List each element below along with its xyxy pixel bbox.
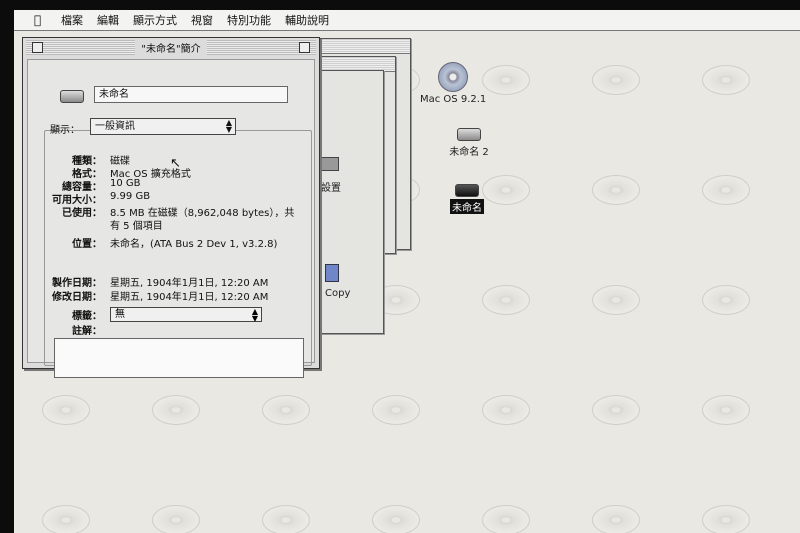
desktop-icon-label: 未命名 2 (449, 147, 489, 158)
where-label: 位置： (72, 239, 102, 250)
get-info-window[interactable]: "未命名"簡介 未命名 顯示： 一般資訊 ▲ ▼ 種類： 磁碟 格式： Mac O… (22, 37, 320, 378)
available-value: 9.99 GB (110, 191, 151, 202)
desktop-pattern-disc (262, 505, 310, 533)
mouse-pointer-icon: ↖ (170, 156, 181, 171)
menu-window[interactable]: 視窗 (184, 12, 220, 28)
desktop-pattern-disc (592, 65, 640, 95)
cd-icon (438, 62, 468, 92)
desktop-pattern-disc (702, 505, 750, 533)
comment-field[interactable] (54, 338, 304, 378)
name-field[interactable]: 未命名 (94, 86, 288, 103)
menu-help[interactable]: 輔助說明 (278, 12, 336, 28)
menu-bar:  檔案 編輯 顯示方式 視窗 特別功能 輔助說明 (14, 10, 800, 31)
desktop-pattern-disc (702, 65, 750, 95)
desktop-icon-label: Mac OS 9.2.1 (420, 94, 487, 105)
menu-view[interactable]: 顯示方式 (126, 12, 184, 28)
created-value: 星期五, 1904年1月1日, 12:20 AM (110, 278, 269, 289)
desktop-pattern-disc (702, 175, 750, 205)
desktop-pattern-disc (702, 395, 750, 425)
desktop-pattern-disc (482, 285, 530, 315)
copy-icon[interactable] (325, 264, 339, 282)
modified-label: 修改日期： (52, 292, 102, 303)
screen:  檔案 編輯 顯示方式 視窗 特別功能 輔助說明 設置 Copy Mac OS… (14, 10, 800, 533)
desktop-pattern-disc (592, 175, 640, 205)
show-popup-value: 一般資訊 (95, 121, 135, 132)
popup-arrows-icon: ▲ ▼ (251, 307, 258, 323)
desktop-icon-macos[interactable]: Mac OS 9.2.1 (418, 62, 488, 105)
info-content: 未命名 顯示： 一般資訊 ▲ ▼ 種類： 磁碟 格式： Mac OS 擴充格式 總… (27, 59, 315, 378)
desktop-icon-disk[interactable]: 未命名 (432, 184, 502, 214)
used-label: 已使用： (62, 208, 102, 219)
desktop-pattern-disc (152, 505, 200, 533)
capacity-value: 10 GB (110, 178, 141, 189)
desktop-pattern-disc (592, 505, 640, 533)
show-popup[interactable]: 一般資訊 ▲ ▼ (90, 118, 236, 135)
desktop-pattern-disc (372, 395, 420, 425)
menu-file[interactable]: 檔案 (54, 12, 90, 28)
popup-arrows-icon: ▲ ▼ (225, 118, 232, 134)
show-label: 顯示： (50, 125, 80, 136)
menu-special[interactable]: 特別功能 (220, 12, 278, 28)
desktop-pattern-disc (592, 395, 640, 425)
desktop-icon-disk2[interactable]: 未命名 2 (434, 128, 504, 158)
desktop-pattern-disc (42, 505, 90, 533)
used-value-line2: 有 5 個項目 (110, 221, 163, 232)
desktop-pattern-disc (702, 285, 750, 315)
label-popup[interactable]: 無 ▲ ▼ (110, 307, 262, 323)
settings-icon[interactable] (321, 157, 339, 171)
desktop-pattern-disc (42, 395, 90, 425)
desktop-pattern-disc (592, 285, 640, 315)
desktop-pattern-disc (482, 505, 530, 533)
modified-value: 星期五, 1904年1月1日, 12:20 AM (110, 292, 269, 303)
hard-drive-icon (60, 90, 84, 103)
apple-icon[interactable]:  (14, 13, 54, 27)
zoom-box[interactable] (299, 42, 310, 53)
window-title: "未命名"簡介 (135, 40, 207, 55)
desktop-pattern-disc (482, 65, 530, 95)
hard-drive-icon (457, 128, 481, 141)
desktop-icon-label: 未命名 (450, 199, 484, 214)
label-popup-value: 無 (115, 309, 125, 320)
desktop-pattern-disc (262, 395, 310, 425)
window-title-bar[interactable]: "未命名"簡介 (26, 40, 316, 55)
copy-label: Copy (325, 288, 351, 299)
comment-label: 註解： (72, 326, 102, 337)
tag-label: 標籤： (72, 311, 102, 322)
created-label: 製作日期： (52, 278, 102, 289)
close-box[interactable] (32, 42, 43, 53)
where-value: 未命名，(ATA Bus 2 Dev 1, v3.2.8) (110, 239, 278, 250)
settings-label: 設置 (321, 183, 341, 194)
hard-drive-icon (455, 184, 479, 197)
menu-edit[interactable]: 編輯 (90, 12, 126, 28)
desktop-pattern-disc (482, 395, 530, 425)
desktop-pattern-disc (372, 505, 420, 533)
desktop-pattern-disc (152, 395, 200, 425)
